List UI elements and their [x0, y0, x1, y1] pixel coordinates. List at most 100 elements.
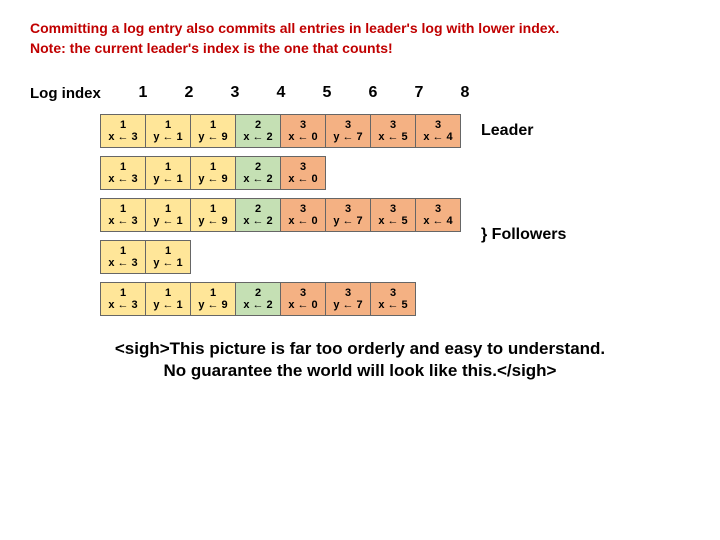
log-entry: 3y ← 7: [325, 114, 371, 148]
entry-term: 1: [165, 119, 171, 131]
entry-term: 1: [120, 287, 126, 299]
log-entry: 3x ← 0: [280, 198, 326, 232]
entry-command: x ← 5: [378, 131, 407, 143]
log-row: 1x ← 31y ← 11y ← 92x ← 23x ← 03y ← 73x ←…: [100, 198, 690, 232]
log-entry: 1y ← 9: [190, 198, 236, 232]
entry-command: x ← 2: [243, 299, 272, 311]
entry-command: y ← 7: [333, 299, 362, 311]
log-entry: 3x ← 5: [370, 282, 416, 316]
entry-command: x ← 4: [423, 215, 452, 227]
log-entry: 1y ← 1: [145, 156, 191, 190]
log-entry: 2x ← 2: [235, 282, 281, 316]
entry-term: 3: [345, 287, 351, 299]
entry-command: x ← 3: [108, 257, 137, 269]
entry-command: y ← 1: [153, 215, 182, 227]
entry-term: 3: [390, 203, 396, 215]
log-entry: 1x ← 3: [100, 240, 146, 274]
entry-term: 3: [345, 203, 351, 215]
leader-label: Leader: [481, 122, 533, 140]
entry-term: 1: [120, 119, 126, 131]
log-entry: 1x ← 3: [100, 114, 146, 148]
entry-command: x ← 3: [108, 215, 137, 227]
entry-command: y ← 7: [333, 131, 362, 143]
log-row: 1x ← 31y ← 11y ← 92x ← 23x ← 03y ← 73x ←…: [100, 114, 690, 148]
log-entry: 1x ← 3: [100, 282, 146, 316]
log-entry: 1y ← 1: [145, 114, 191, 148]
entry-term: 2: [255, 119, 261, 131]
entry-term: 2: [255, 161, 261, 173]
entry-term: 1: [210, 203, 216, 215]
index-cell: 7: [396, 84, 442, 102]
index-cell: 1: [120, 84, 166, 102]
entry-command: x ← 0: [288, 131, 317, 143]
entry-command: x ← 0: [288, 215, 317, 227]
entry-term: 1: [120, 161, 126, 173]
entry-term: 1: [120, 203, 126, 215]
index-cell: 2: [166, 84, 212, 102]
log-entry: 2x ← 2: [235, 114, 281, 148]
entry-term: 3: [435, 119, 441, 131]
sigh-line-2: No guarantee the world will look like th…: [30, 360, 690, 382]
entry-command: y ← 1: [153, 173, 182, 185]
index-cell: 3: [212, 84, 258, 102]
log-entry: 1y ← 9: [190, 282, 236, 316]
log-row: 1x ← 31y ← 11y ← 92x ← 23x ← 0: [100, 156, 690, 190]
entry-command: y ← 1: [153, 257, 182, 269]
index-cell: 4: [258, 84, 304, 102]
entry-term: 1: [210, 161, 216, 173]
entry-term: 1: [120, 245, 126, 257]
log-entry: 3y ← 7: [325, 198, 371, 232]
entry-command: y ← 9: [198, 299, 227, 311]
entry-command: y ← 7: [333, 215, 362, 227]
entry-term: 3: [390, 287, 396, 299]
entry-command: x ← 2: [243, 215, 272, 227]
entry-command: x ← 3: [108, 173, 137, 185]
sigh-caption: <sigh>This picture is far too orderly an…: [30, 338, 690, 382]
log-diagram: Log index 12345678 1x ← 31y ← 11y ← 92x …: [30, 84, 690, 316]
entry-term: 2: [255, 203, 261, 215]
entry-command: y ← 1: [153, 299, 182, 311]
entry-command: y ← 9: [198, 173, 227, 185]
title-line-1: Committing a log entry also commits all …: [30, 20, 690, 36]
entry-command: x ← 5: [378, 299, 407, 311]
entry-command: y ← 9: [198, 215, 227, 227]
log-entry: 3x ← 5: [370, 198, 416, 232]
log-entry: 3x ← 0: [280, 282, 326, 316]
entry-command: y ← 1: [153, 131, 182, 143]
entry-term: 1: [165, 203, 171, 215]
entry-command: x ← 4: [423, 131, 452, 143]
log-entry: 1y ← 9: [190, 156, 236, 190]
index-cell: 8: [442, 84, 488, 102]
log-entry: 3x ← 0: [280, 114, 326, 148]
entry-command: x ← 3: [108, 131, 137, 143]
entry-term: 3: [300, 287, 306, 299]
entry-command: x ← 0: [288, 173, 317, 185]
entry-term: 1: [165, 287, 171, 299]
log-entry: 2x ← 2: [235, 156, 281, 190]
log-entry: 1x ← 3: [100, 156, 146, 190]
log-entry: 1y ← 1: [145, 282, 191, 316]
log-entry: 3y ← 7: [325, 282, 371, 316]
log-entry: 1y ← 1: [145, 240, 191, 274]
sigh-line-1: <sigh>This picture is far too orderly an…: [30, 338, 690, 360]
entry-term: 1: [210, 119, 216, 131]
entry-term: 3: [390, 119, 396, 131]
entry-term: 3: [300, 161, 306, 173]
entry-command: y ← 9: [198, 131, 227, 143]
log-row: 1x ← 31y ← 1: [100, 240, 690, 274]
entry-command: x ← 0: [288, 299, 317, 311]
log-entry: 3x ← 4: [415, 198, 461, 232]
entry-term: 3: [300, 203, 306, 215]
entry-term: 1: [165, 161, 171, 173]
entry-term: 3: [345, 119, 351, 131]
log-entry: 3x ← 4: [415, 114, 461, 148]
title-line-2: Note: the current leader's index is the …: [30, 40, 690, 56]
entry-command: x ← 2: [243, 131, 272, 143]
entry-command: x ← 5: [378, 215, 407, 227]
entry-term: 2: [255, 287, 261, 299]
entry-term: 3: [435, 203, 441, 215]
entry-command: x ← 2: [243, 173, 272, 185]
entry-term: 3: [300, 119, 306, 131]
entry-term: 1: [165, 245, 171, 257]
followers-label: } Followers: [481, 226, 566, 244]
